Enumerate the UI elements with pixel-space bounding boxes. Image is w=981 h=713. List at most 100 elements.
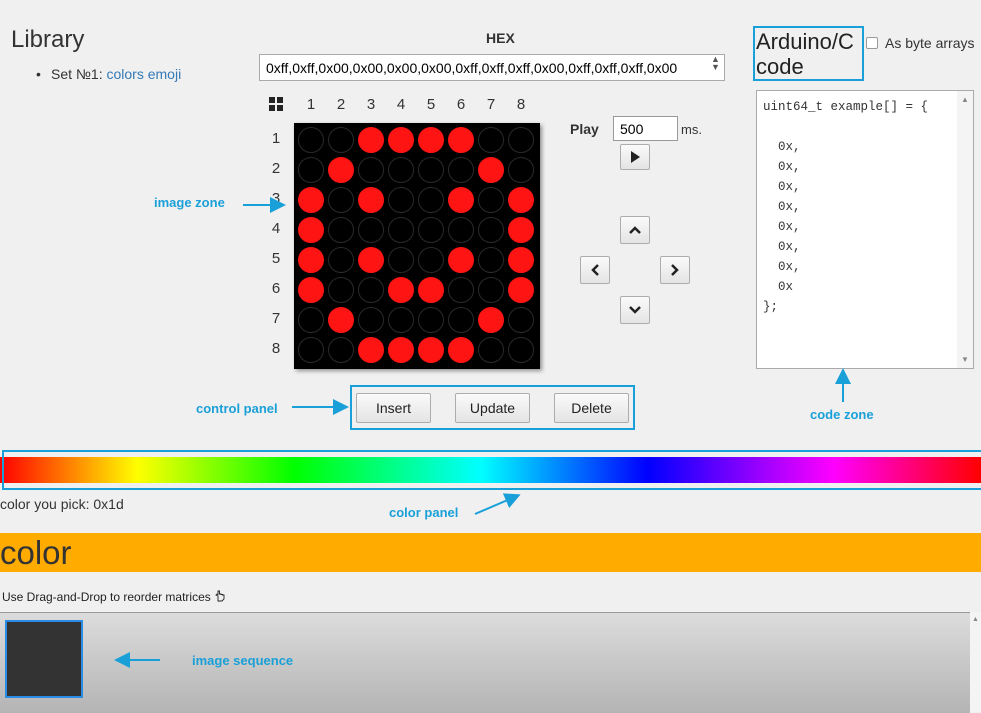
column-number[interactable]: 1 [301, 96, 321, 113]
led-cell[interactable] [478, 247, 504, 273]
led-cell[interactable] [358, 187, 384, 213]
play-speed-input[interactable] [613, 116, 678, 141]
grid-icon[interactable] [269, 97, 283, 111]
row-number[interactable]: 2 [268, 160, 284, 177]
byte-arrays-label[interactable]: As byte arrays [885, 35, 974, 51]
code-zone[interactable]: uint64_t example[] = { 0x, 0x, 0x, 0x, 0… [756, 90, 974, 369]
led-cell[interactable] [328, 127, 354, 153]
led-cell[interactable] [358, 307, 384, 333]
led-cell[interactable] [298, 217, 324, 243]
led-cell[interactable] [298, 247, 324, 273]
led-cell[interactable] [358, 247, 384, 273]
led-cell[interactable] [328, 217, 354, 243]
led-cell[interactable] [448, 157, 474, 183]
row-number[interactable]: 1 [268, 130, 284, 147]
row-number[interactable]: 6 [268, 280, 284, 297]
delete-button[interactable]: Delete [554, 393, 629, 423]
led-cell[interactable] [388, 217, 414, 243]
led-cell[interactable] [418, 277, 444, 303]
led-cell[interactable] [328, 307, 354, 333]
led-cell[interactable] [418, 247, 444, 273]
led-cell[interactable] [448, 187, 474, 213]
row-number[interactable]: 5 [268, 250, 284, 267]
led-cell[interactable] [418, 157, 444, 183]
led-cell[interactable] [328, 337, 354, 363]
column-number[interactable]: 4 [391, 96, 411, 113]
led-matrix[interactable] [294, 123, 540, 369]
code-scrollbar[interactable]: ▲ ▼ [957, 91, 973, 368]
led-cell[interactable] [478, 157, 504, 183]
column-number[interactable]: 5 [421, 96, 441, 113]
led-cell[interactable] [448, 217, 474, 243]
led-cell[interactable] [358, 127, 384, 153]
led-cell[interactable] [298, 337, 324, 363]
column-number[interactable]: 8 [511, 96, 531, 113]
shift-down-button[interactable] [620, 296, 650, 324]
led-cell[interactable] [508, 157, 534, 183]
play-button[interactable] [620, 144, 650, 170]
led-cell[interactable] [388, 127, 414, 153]
code-text[interactable]: uint64_t example[] = { 0x, 0x, 0x, 0x, 0… [763, 97, 928, 317]
led-cell[interactable] [298, 187, 324, 213]
row-number[interactable]: 4 [268, 220, 284, 237]
byte-arrays-checkbox[interactable] [866, 37, 878, 49]
row-number[interactable]: 8 [268, 340, 284, 357]
led-cell[interactable] [508, 127, 534, 153]
column-number[interactable]: 7 [481, 96, 501, 113]
led-cell[interactable] [448, 307, 474, 333]
led-cell[interactable] [298, 127, 324, 153]
led-cell[interactable] [418, 307, 444, 333]
led-cell[interactable] [358, 337, 384, 363]
led-cell[interactable] [418, 337, 444, 363]
sequence-scrollbar[interactable]: ▲ [970, 612, 981, 712]
row-number[interactable]: 3 [268, 190, 284, 207]
led-cell[interactable] [448, 337, 474, 363]
hex-input[interactable] [259, 54, 725, 81]
led-cell[interactable] [388, 187, 414, 213]
led-cell[interactable] [448, 247, 474, 273]
led-cell[interactable] [448, 127, 474, 153]
column-number[interactable]: 6 [451, 96, 471, 113]
led-cell[interactable] [388, 307, 414, 333]
led-cell[interactable] [418, 187, 444, 213]
led-cell[interactable] [478, 127, 504, 153]
led-cell[interactable] [388, 247, 414, 273]
led-cell[interactable] [358, 157, 384, 183]
led-cell[interactable] [328, 187, 354, 213]
led-cell[interactable] [478, 217, 504, 243]
led-cell[interactable] [478, 337, 504, 363]
led-cell[interactable] [508, 277, 534, 303]
led-cell[interactable] [448, 277, 474, 303]
resize-icon[interactable]: ▲ ▼ [711, 55, 720, 72]
led-cell[interactable] [298, 157, 324, 183]
led-cell[interactable] [508, 337, 534, 363]
shift-left-button[interactable] [580, 256, 610, 284]
update-button[interactable]: Update [455, 393, 530, 423]
image-sequence-area[interactable] [0, 612, 970, 713]
led-cell[interactable] [418, 217, 444, 243]
shift-right-button[interactable] [660, 256, 690, 284]
led-cell[interactable] [298, 277, 324, 303]
row-number[interactable]: 7 [268, 310, 284, 327]
led-cell[interactable] [298, 307, 324, 333]
shift-up-button[interactable] [620, 216, 650, 244]
led-cell[interactable] [328, 247, 354, 273]
sequence-frame-thumbnail[interactable] [5, 620, 83, 698]
led-cell[interactable] [508, 247, 534, 273]
led-cell[interactable] [388, 277, 414, 303]
column-number[interactable]: 3 [361, 96, 381, 113]
led-cell[interactable] [478, 307, 504, 333]
led-cell[interactable] [388, 157, 414, 183]
led-cell[interactable] [508, 217, 534, 243]
scroll-up-icon[interactable]: ▲ [961, 95, 969, 104]
led-cell[interactable] [388, 337, 414, 363]
led-cell[interactable] [358, 277, 384, 303]
led-cell[interactable] [328, 157, 354, 183]
led-cell[interactable] [508, 307, 534, 333]
led-cell[interactable] [478, 277, 504, 303]
led-cell[interactable] [358, 217, 384, 243]
scroll-down-icon[interactable]: ▼ [961, 355, 969, 364]
column-number[interactable]: 2 [331, 96, 351, 113]
colors-emoji-link[interactable]: colors emoji [107, 66, 182, 82]
insert-button[interactable]: Insert [356, 393, 431, 423]
